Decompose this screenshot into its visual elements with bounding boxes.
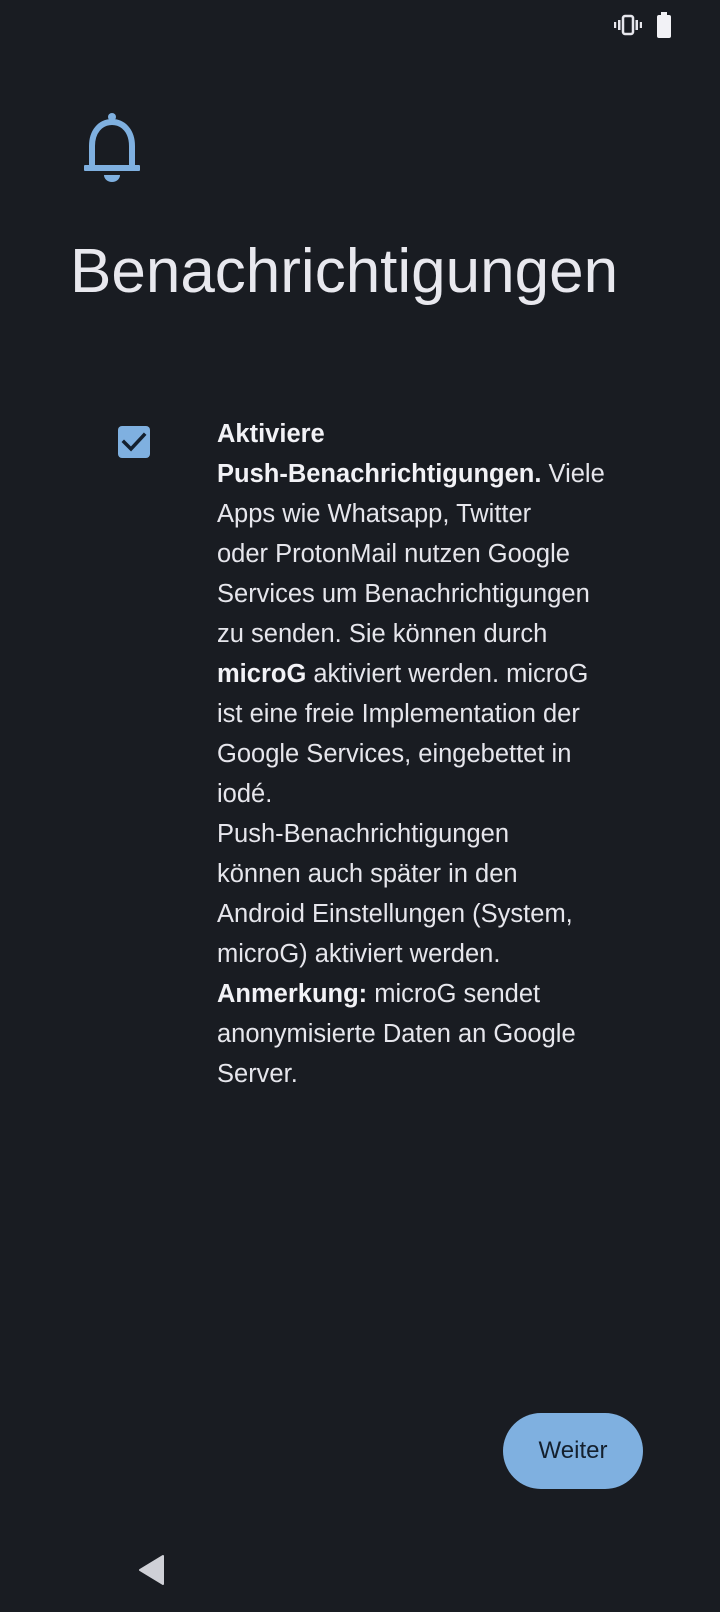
description-line: Android Einstellungen (System, — [217, 894, 637, 934]
description-bold-text: Aktiviere — [217, 420, 325, 448]
description-text: anonymisierte Daten an Google — [217, 1020, 576, 1048]
description-line: ist eine freie Implementation der — [217, 694, 637, 734]
description-line: Google Services, eingebettet in — [217, 734, 637, 774]
status-bar — [0, 0, 720, 50]
description-line: anonymisierte Daten an Google — [217, 1014, 637, 1054]
next-button[interactable]: Weiter — [503, 1413, 643, 1489]
description-text: microG sendet — [367, 980, 541, 1008]
description-text: Push-Benachrichtigungen — [217, 820, 510, 848]
description-line: Push-Benachrichtigungen — [217, 814, 637, 854]
description-line: Server. — [217, 1054, 637, 1094]
description-text: Server. — [217, 1060, 298, 1088]
vibrate-icon — [614, 10, 642, 40]
battery-icon — [654, 10, 674, 40]
description-text: aktiviert werden. microG — [306, 660, 589, 688]
description-text: können auch später in den — [217, 860, 518, 888]
description-line: Aktiviere — [217, 414, 637, 454]
back-triangle-icon[interactable] — [134, 1552, 170, 1588]
description-text: Viele — [541, 460, 605, 488]
description-line: Push-Benachrichtigungen. Viele — [217, 454, 637, 494]
bell-icon — [80, 110, 144, 184]
push-notifications-checkbox[interactable] — [118, 426, 150, 458]
description-bold-text: Push-Benachrichtigungen. — [217, 460, 542, 488]
description-bold-text: Anmerkung: — [217, 980, 368, 1008]
description-text: zu senden. Sie können durch — [217, 620, 548, 648]
description-line: oder ProtonMail nutzen Google — [217, 534, 637, 574]
description-text: microG) aktiviert werden. — [217, 940, 501, 968]
description-line: können auch später in den — [217, 854, 637, 894]
description-text: Google Services, eingebettet in — [217, 740, 572, 768]
description-line: microG) aktiviert werden. — [217, 934, 637, 974]
description-line: microG aktiviert werden. microG — [217, 654, 637, 694]
description-bold-text: microG — [217, 660, 307, 688]
description-text: Services um Benachrichtigungen — [217, 580, 590, 608]
description-text: Android Einstellungen (System, — [217, 900, 573, 928]
description-line: iodé. — [217, 774, 637, 814]
description-text: Apps wie Whatsapp, Twitter — [217, 500, 532, 528]
checkmark-icon — [121, 432, 147, 452]
description-text: oder ProtonMail nutzen Google — [217, 540, 570, 568]
description-line: Apps wie Whatsapp, Twitter — [217, 494, 637, 534]
description-line: Services um Benachrichtigungen — [217, 574, 637, 614]
page-title: Benachrichtigungen — [70, 237, 619, 306]
description-text: iodé. — [217, 780, 273, 808]
description-text: ist eine freie Implementation der — [217, 700, 580, 728]
description-line: zu senden. Sie können durch — [217, 614, 637, 654]
description-line: Anmerkung: microG sendet — [217, 974, 637, 1014]
push-notifications-description[interactable]: Aktiviere Push-Benachrichtigungen. Viele A… — [217, 414, 637, 1094]
